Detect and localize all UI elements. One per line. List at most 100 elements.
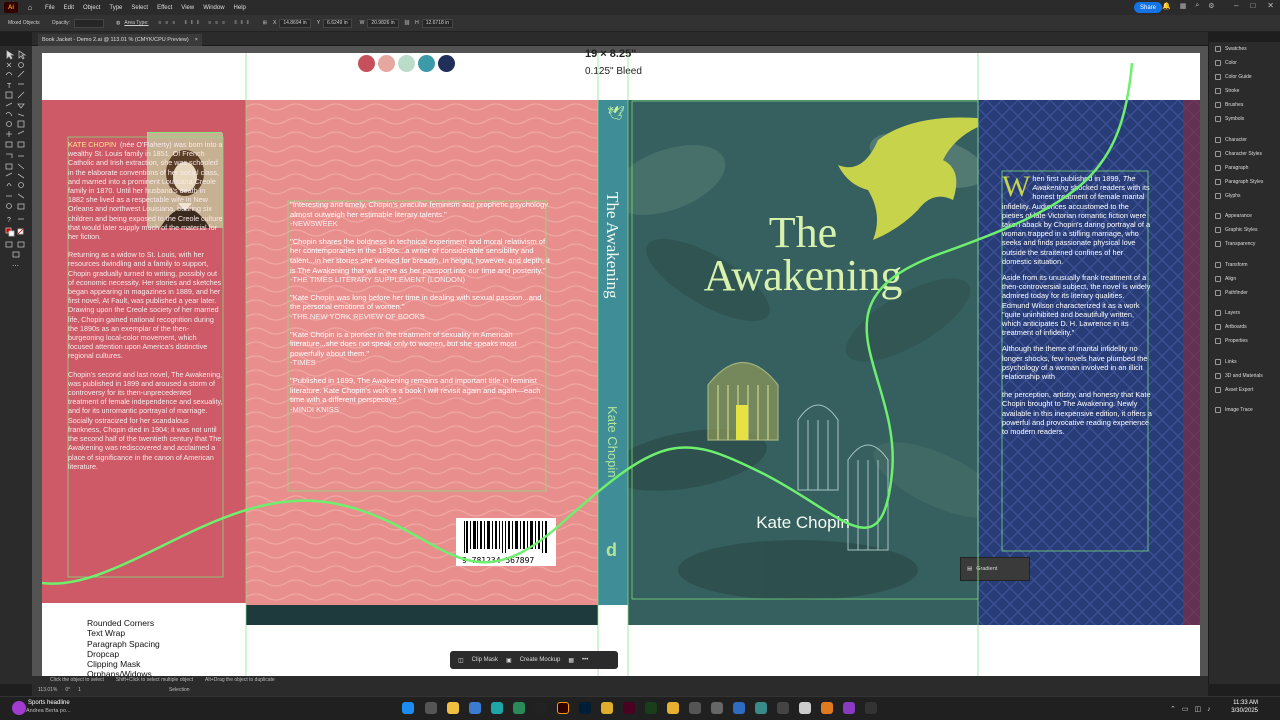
menu-type[interactable]: Type xyxy=(109,5,122,11)
panel-align[interactable]: Align xyxy=(1215,276,1236,282)
maximize-icon[interactable]: □ xyxy=(1250,1,1255,10)
panel-glyphs[interactable]: Glyphs xyxy=(1215,193,1241,199)
panel-swatches[interactable]: Swatches xyxy=(1215,46,1247,52)
app-icon-3[interactable] xyxy=(535,702,547,714)
panel-symbols[interactable]: Symbols xyxy=(1215,116,1244,122)
canvas[interactable]: 19 × 8.25" 0.125" Bleed KATE CHOPIN (née… xyxy=(32,46,1208,684)
chrome-icon[interactable] xyxy=(601,702,613,714)
more-options-button[interactable]: ••• xyxy=(582,657,588,663)
menu-edit[interactable]: Edit xyxy=(64,5,74,11)
panel-3d-materials[interactable]: 3D and Materials xyxy=(1215,373,1263,379)
task-view-icon[interactable] xyxy=(425,702,437,714)
app-icon-7[interactable] xyxy=(755,702,767,714)
bell-icon[interactable]: 🔔 xyxy=(1162,2,1171,10)
area-type-label[interactable]: Area Type: xyxy=(124,20,148,26)
x-field[interactable]: 14.8694 in xyxy=(279,18,311,28)
mockup-icon[interactable]: ▣ xyxy=(506,657,512,664)
y-field[interactable]: 6.6249 in xyxy=(323,18,352,28)
clock-time[interactable]: 11:33 AM xyxy=(1228,700,1258,706)
panel-graphic-styles[interactable]: Graphic Styles xyxy=(1215,227,1258,233)
grid-toggle-icon[interactable]: ▦ xyxy=(568,657,574,664)
back-flap[interactable]: KATE CHOPIN (née O'Flaherty) was born in… xyxy=(42,100,246,603)
swatch-2[interactable] xyxy=(378,55,395,72)
panel-asset-export[interactable]: Asset Export xyxy=(1215,387,1253,393)
panel-links[interactable]: Links xyxy=(1215,359,1237,365)
system-tray-icons[interactable]: ⌃▭◫♪ xyxy=(1170,705,1217,713)
align-icons[interactable]: ≡≡≡ ⫴⫴⫴ ≡≡≡ ⫴⫴⫴ xyxy=(159,20,253,26)
menu-help[interactable]: Help xyxy=(234,5,246,11)
dimension-icon[interactable] xyxy=(645,702,657,714)
file-explorer-icon[interactable] xyxy=(447,702,459,714)
app-icon-5[interactable] xyxy=(711,702,723,714)
menu-object[interactable]: Object xyxy=(83,5,100,11)
app-icon-2[interactable] xyxy=(513,702,525,714)
share-button[interactable]: Share xyxy=(1134,2,1163,13)
windows-start-icon[interactable] xyxy=(402,702,414,714)
panel-transparency[interactable]: Transparency xyxy=(1215,241,1255,247)
clock-date[interactable]: 3/30/2025 xyxy=(1228,708,1258,714)
swatch-5[interactable] xyxy=(438,55,455,72)
panel-stroke[interactable]: Stroke xyxy=(1215,88,1239,94)
globe-icon[interactable]: ◍ xyxy=(116,20,120,26)
panel-properties[interactable]: Properties xyxy=(1215,338,1248,344)
settings-icon[interactable]: ⚙ xyxy=(1208,2,1214,10)
app-icon-8[interactable] xyxy=(777,702,789,714)
app-icon-10[interactable] xyxy=(821,702,833,714)
panel-color-guide[interactable]: Color Guide xyxy=(1215,74,1252,80)
back-cover[interactable]: "Interesting and timely, Chopin's oracul… xyxy=(246,100,598,625)
barcode[interactable]: 9 781234 567897 xyxy=(456,518,556,566)
swatch-3[interactable] xyxy=(398,55,415,72)
app-icon-4[interactable] xyxy=(689,702,701,714)
front-flap[interactable]: When first published in 1899, The Awaken… xyxy=(978,100,1200,625)
menu-select[interactable]: Select xyxy=(131,5,148,11)
edge-icon[interactable] xyxy=(491,702,503,714)
swatch-1[interactable] xyxy=(358,55,375,72)
swatch-4[interactable] xyxy=(418,55,435,72)
opacity-field[interactable] xyxy=(74,18,105,28)
link-icon[interactable]: ⛓ xyxy=(404,20,410,26)
close-tab-icon[interactable]: × xyxy=(195,37,198,43)
panel-paragraph[interactable]: Paragraph xyxy=(1215,165,1248,171)
panel-transform[interactable]: Transform xyxy=(1215,262,1248,268)
panel-image-trace[interactable]: Image Trace xyxy=(1215,407,1253,413)
zoom-level[interactable]: 113.01% xyxy=(38,687,57,693)
panel-layers[interactable]: Layers xyxy=(1215,310,1240,316)
menu-effect[interactable]: Effect xyxy=(157,5,172,11)
front-cover[interactable]: The Awakening Kate Chopin xyxy=(628,100,978,625)
news-icon[interactable] xyxy=(12,701,26,715)
panel-pathfinder[interactable]: Pathfinder xyxy=(1215,290,1248,296)
create-mockup-button[interactable]: Create Mockup xyxy=(520,657,561,663)
app-icon-11[interactable] xyxy=(843,702,855,714)
indesign-icon[interactable] xyxy=(623,702,635,714)
spine[interactable]: 🕊 The Awakening Kate Chopin d xyxy=(598,100,628,605)
clip-mask-icon[interactable]: ◫ xyxy=(458,657,464,664)
rotation-angle[interactable]: 0° xyxy=(65,687,70,693)
reference-point-icon[interactable]: ⊞ xyxy=(263,20,267,26)
panel-character[interactable]: Character xyxy=(1215,137,1247,143)
panel-appearance[interactable]: Appearance xyxy=(1215,213,1252,219)
news-title[interactable]: Sports headline xyxy=(28,700,70,706)
artboard-navigator[interactable]: 1 xyxy=(78,687,81,693)
panel-paragraph-styles[interactable]: Paragraph Styles xyxy=(1215,179,1263,185)
gradient-panel[interactable]: ▤ Gradient xyxy=(960,557,1030,581)
app-icon-12[interactable] xyxy=(865,702,877,714)
width-field[interactable]: 20.9826 in xyxy=(367,18,399,28)
panel-artboards[interactable]: Artboards xyxy=(1215,324,1247,330)
document-tab[interactable]: Book Jacket - Demo 2.ai @ 113.01 % (CMYK… xyxy=(38,34,202,46)
app-icon-1[interactable] xyxy=(469,702,481,714)
panel-color[interactable]: Color xyxy=(1215,60,1237,66)
clip-mask-button[interactable]: Clip Mask xyxy=(472,657,498,663)
news-subtitle[interactable]: Andrea Berta po... xyxy=(26,708,71,714)
illustrator-taskbar-icon[interactable] xyxy=(557,702,569,714)
search-icon[interactable]: ⌕ xyxy=(1195,2,1199,10)
close-window-icon[interactable]: ✕ xyxy=(1267,1,1274,10)
home-icon[interactable]: ⌂ xyxy=(24,2,36,13)
grid-icon[interactable]: ▦ xyxy=(1180,2,1187,10)
panel-character-styles[interactable]: Character Styles xyxy=(1215,151,1262,157)
photoshop-icon[interactable] xyxy=(579,702,591,714)
panel-brushes[interactable]: Brushes xyxy=(1215,102,1243,108)
app-icon-6[interactable] xyxy=(733,702,745,714)
menu-view[interactable]: View xyxy=(181,5,194,11)
tool-icons[interactable]: T ? ⋯ xyxy=(0,46,32,316)
menu-file[interactable]: File xyxy=(45,5,55,11)
